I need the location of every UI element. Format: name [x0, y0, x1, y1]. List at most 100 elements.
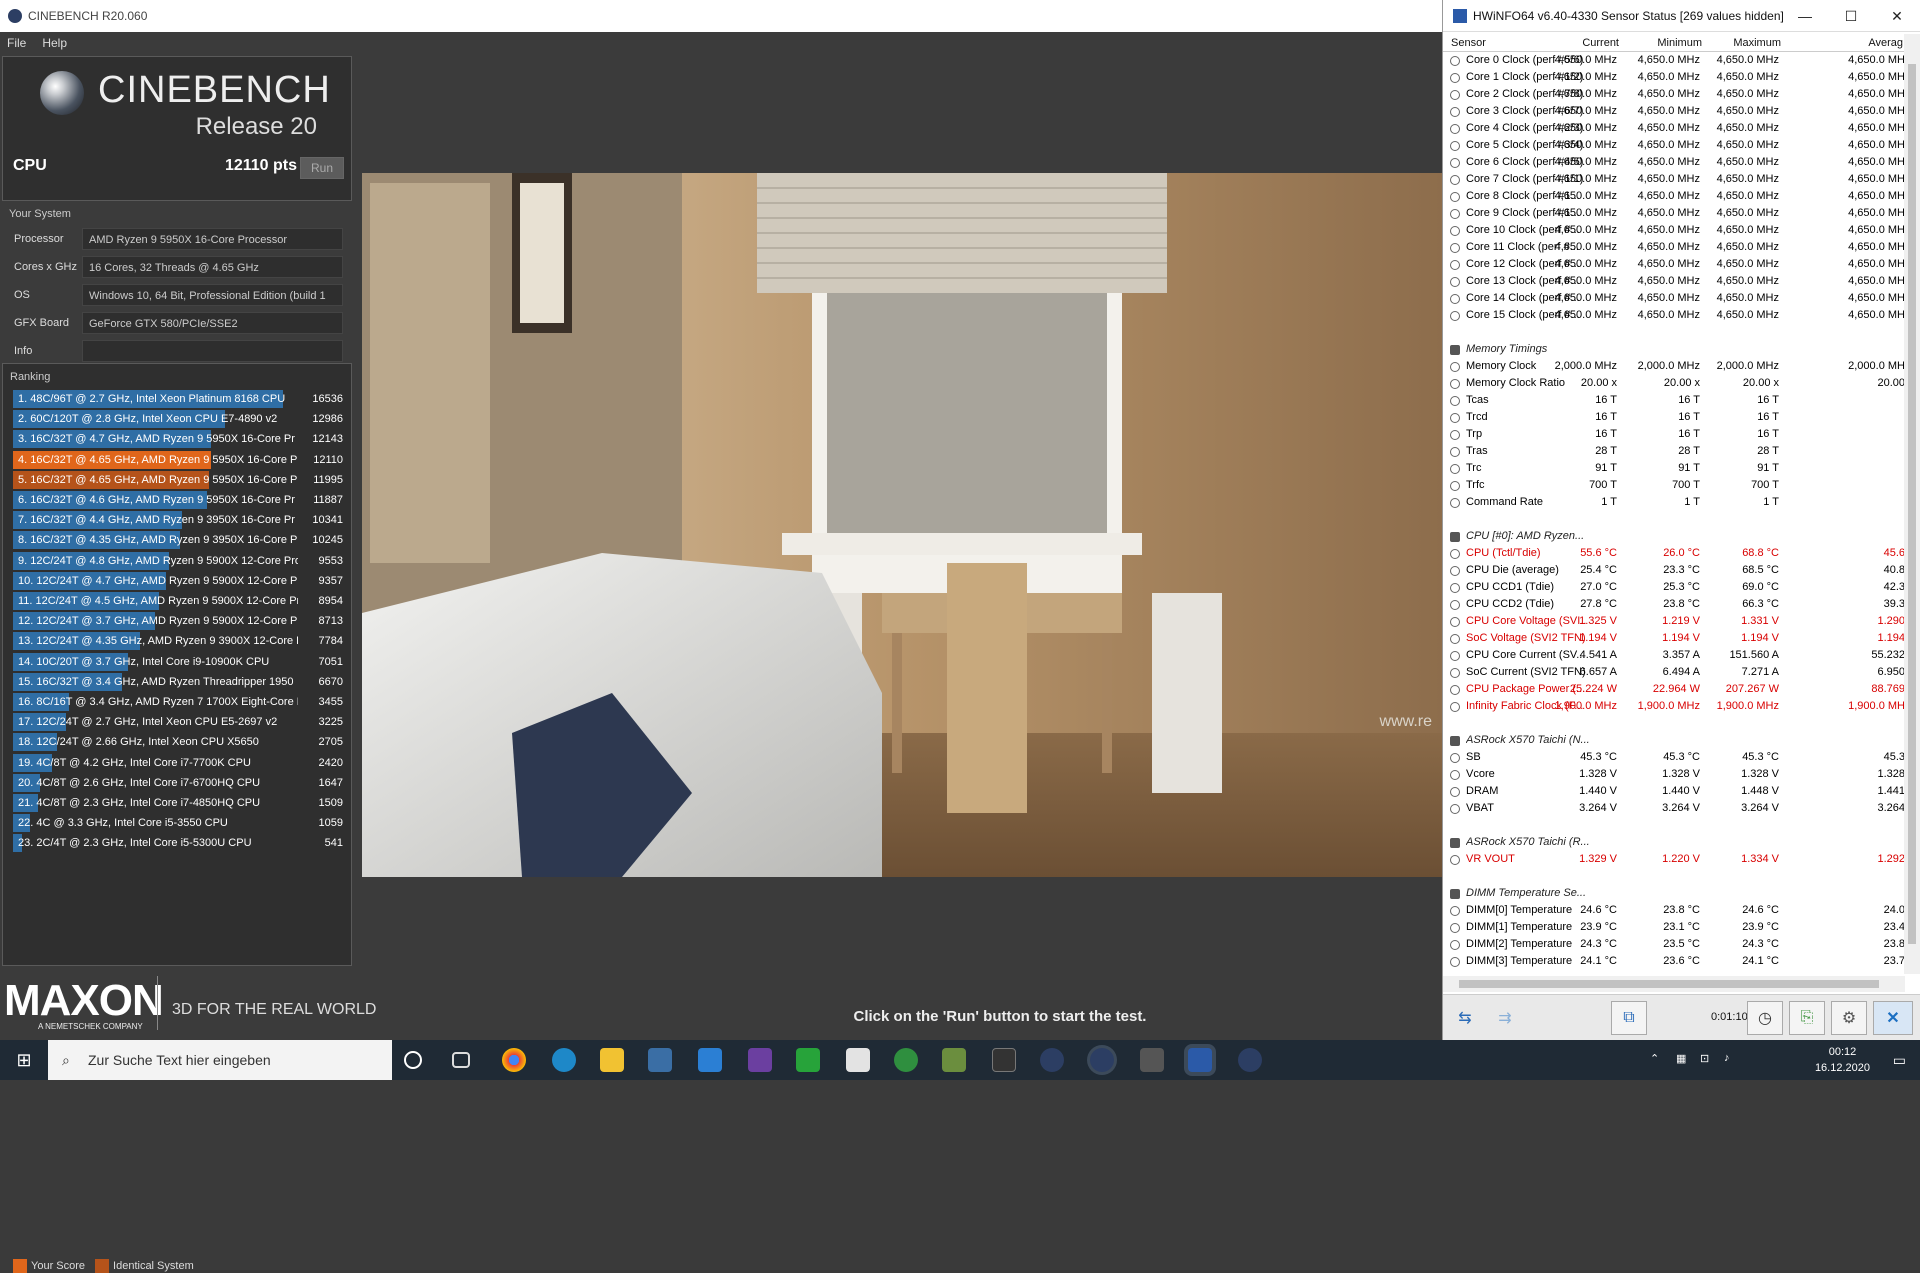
ranking-row[interactable]: 16. 8C/16T @ 3.4 GHz, AMD Ryzen 7 1700X … — [13, 693, 343, 711]
ranking-row[interactable]: 12. 12C/24T @ 3.7 GHz, AMD Ryzen 9 5900X… — [13, 612, 343, 631]
sensor-group-header[interactable]: DIMM Temperature Se... — [1443, 885, 1905, 902]
vertical-scrollbar[interactable] — [1904, 34, 1920, 974]
col-sensor[interactable]: Sensor — [1451, 37, 1486, 49]
scrollbar-thumb[interactable] — [1459, 980, 1879, 988]
chrome-icon[interactable] — [502, 1048, 526, 1072]
ranking-row[interactable]: 4. 16C/32T @ 4.65 GHz, AMD Ryzen 9 5950X… — [13, 450, 343, 469]
close-sensors-icon[interactable]: ✕ — [1873, 1001, 1913, 1035]
nav-arrows-disabled-icon[interactable]: ⇉ — [1487, 1001, 1523, 1035]
horizontal-scrollbar[interactable] — [1443, 976, 1905, 992]
file-explorer-icon[interactable] — [600, 1048, 624, 1072]
close-icon[interactable]: ✕ — [1874, 0, 1920, 32]
sensor-row[interactable]: Core 11 Clock (perf #... 4,650.0 MHz 4,650… — [1443, 239, 1905, 256]
network-icon[interactable]: ⧉ — [1611, 1001, 1647, 1035]
sensor-row[interactable]: SB 45.3 °C 45.3 °C 45.3 °C 45.3 — [1443, 749, 1905, 766]
ranking-row[interactable]: 8. 16C/32T @ 4.35 GHz, AMD Ryzen 9 3950X… — [13, 531, 343, 550]
ranking-row[interactable]: 21. 4C/8T @ 2.3 GHz, Intel Core i7-4850H… — [13, 794, 343, 812]
sensor-row[interactable]: Vcore 1.328 V 1.328 V 1.328 V 1.328 — [1443, 766, 1905, 783]
sensor-row[interactable]: Memory Clock Ratio 20.00 x 20.00 x 20.00 x 2… — [1443, 375, 1905, 392]
minimize-icon[interactable]: — — [1782, 0, 1828, 32]
sensor-row[interactable]: Core 13 Clock (perf #... 4,650.0 MHz 4,650… — [1443, 273, 1905, 290]
sensor-group-header[interactable]: ASRock X570 Taichi (R... — [1443, 834, 1905, 851]
sensor-row[interactable]: Trp 16 T 16 T 16 T — [1443, 426, 1905, 443]
sensor-row[interactable]: Core 3 Clock (perf #6/7) 4,650.0 MHz 4,650… — [1443, 103, 1905, 120]
ranking-row[interactable]: 5. 16C/32T @ 4.65 GHz, AMD Ryzen 9 5950X… — [13, 470, 343, 489]
gpu-tool-icon[interactable] — [942, 1048, 966, 1072]
xbox-icon[interactable] — [894, 1048, 918, 1072]
ranking-row[interactable]: 2. 60C/120T @ 2.8 GHz, Intel Xeon CPU E7… — [13, 410, 343, 429]
sensor-row[interactable]: Infinity Fabric Clock (F... 1,900.0 MHz 1,… — [1443, 698, 1905, 715]
sensor-group-header[interactable]: Memory Timings — [1443, 341, 1905, 358]
menu-help[interactable]: Help — [42, 36, 67, 50]
sensor-row[interactable]: VR VOUT 1.329 V 1.220 V 1.334 V 1.292 — [1443, 851, 1905, 868]
sensor-row[interactable]: CPU Package Power (... 25.224 W 22.964 W 20… — [1443, 681, 1905, 698]
tray-hwinfo-icon[interactable]: ▦ — [1676, 1052, 1686, 1065]
run-button[interactable]: Run — [300, 157, 344, 179]
ranking-row[interactable]: 1. 48C/96T @ 2.7 GHz, Intel Xeon Platinu… — [13, 390, 343, 408]
sensor-row[interactable]: Core 5 Clock (perf #3/4) 4,650.0 MHz 4,650… — [1443, 137, 1905, 154]
taskbar-search-box[interactable]: ⌕ Zur Suche Text hier eingeben — [48, 1040, 392, 1080]
task-view-icon[interactable] — [452, 1052, 470, 1068]
ranking-row[interactable]: 6. 16C/32T @ 4.6 GHz, AMD Ryzen 9 5950X … — [13, 491, 343, 509]
notes-app-icon[interactable] — [846, 1048, 870, 1072]
col-maximum[interactable]: Maximum — [1733, 37, 1781, 49]
store-icon[interactable] — [648, 1048, 672, 1072]
sensor-row[interactable]: DRAM 1.440 V 1.440 V 1.448 V 1.441 — [1443, 783, 1905, 800]
sensor-row[interactable]: DIMM[2] Temperature 24.3 °C 23.5 °C 24.3 °C… — [1443, 936, 1905, 953]
sensor-row[interactable]: SoC Voltage (SVI2 TFN) 1.194 V 1.194 V 1.19… — [1443, 630, 1905, 647]
sensor-row[interactable]: Core 15 Clock (perf #... 4,650.0 MHz 4,650… — [1443, 307, 1905, 324]
mail-icon[interactable] — [698, 1048, 722, 1072]
ranking-row[interactable]: 9. 12C/24T @ 4.8 GHz, AMD Ryzen 9 5900X … — [13, 551, 343, 570]
sensor-row[interactable]: Tcas 16 T 16 T 16 T — [1443, 392, 1905, 409]
ranking-row[interactable]: 7. 16C/32T @ 4.4 GHz, AMD Ryzen 9 3950X … — [13, 511, 343, 530]
clock-icon[interactable]: ◷ — [1747, 1001, 1783, 1035]
sensor-row[interactable]: Core 0 Clock (perf #5/6) 4,650.0 MHz 4,650… — [1443, 52, 1905, 69]
menu-file[interactable]: File — [7, 36, 26, 50]
sensor-row[interactable]: DIMM[3] Temperature 24.1 °C 23.6 °C 24.1 °C… — [1443, 953, 1905, 970]
ranking-row[interactable]: 23. 2C/4T @ 2.3 GHz, Intel Core i5-5300U… — [13, 834, 343, 853]
sensor-row[interactable]: Trc 91 T 91 T 91 T — [1443, 460, 1905, 477]
green-app-icon[interactable] — [796, 1048, 820, 1072]
sensor-row[interactable]: CPU Die (average) 25.4 °C 23.3 °C 68.5 °C 40… — [1443, 562, 1905, 579]
sensor-row[interactable]: VBAT 3.264 V 3.264 V 3.264 V 3.264 — [1443, 800, 1905, 817]
ranking-row[interactable]: 18. 12C/24T @ 2.66 GHz, Intel Xeon CPU X… — [13, 733, 343, 752]
sensor-row[interactable]: CPU CCD2 (Tdie) 27.8 °C 23.8 °C 66.3 °C 39.3 — [1443, 596, 1905, 613]
network-tray-icon[interactable]: ⊡ — [1700, 1052, 1709, 1065]
sensor-group-header[interactable]: CPU [#0]: AMD Ryzen... — [1443, 528, 1905, 545]
sensor-row[interactable]: Tras 28 T 28 T 28 T — [1443, 443, 1905, 460]
ranking-row[interactable]: 15. 16C/32T @ 3.4 GHz, AMD Ryzen Threadr… — [13, 672, 343, 691]
notification-icon[interactable]: ▭ — [1893, 1052, 1906, 1069]
sensor-row[interactable]: Core 12 Clock (perf #... 4,650.0 MHz 4,650… — [1443, 256, 1905, 273]
sensor-row[interactable]: SoC Current (SVI2 TFN) 6.657 A 6.494 A 7.27… — [1443, 664, 1905, 681]
sensor-row[interactable]: Memory Clock 2,000.0 MHz 2,000.0 MHz 2,000.… — [1443, 358, 1905, 375]
ranking-row[interactable]: 3. 16C/32T @ 4.7 GHz, AMD Ryzen 9 5950X … — [13, 430, 343, 449]
ranking-row[interactable]: 11. 12C/24T @ 4.5 GHz, AMD Ryzen 9 5900X… — [13, 592, 343, 610]
sensor-row[interactable]: CPU (Tctl/Tdie) 55.6 °C 26.0 °C 68.8 °C 45.6 — [1443, 545, 1905, 562]
ranking-row[interactable]: 14. 10C/20T @ 3.7 GHz, Intel Core i9-109… — [13, 652, 343, 671]
sensor-row[interactable]: Core 4 Clock (perf #2/3) 4,650.0 MHz 4,650… — [1443, 120, 1905, 137]
sensor-row[interactable]: Core 6 Clock (perf #4/5) 4,650.0 MHz 4,650… — [1443, 154, 1905, 171]
ranking-row[interactable]: 10. 12C/24T @ 4.7 GHz, AMD Ryzen 9 5900X… — [13, 571, 343, 590]
windows-start-icon[interactable]: ⊞ — [0, 1040, 48, 1080]
cinebench-active-icon[interactable] — [1090, 1048, 1114, 1072]
maximize-icon[interactable]: ☐ — [1828, 0, 1874, 32]
ranking-row[interactable]: 13. 12C/24T @ 4.35 GHz, AMD Ryzen 9 3900… — [13, 632, 343, 651]
sensor-row[interactable]: CPU Core Voltage (SVI... 1.325 V 1.219 V 1.… — [1443, 613, 1905, 630]
taskbar-clock[interactable]: 00:12 16.12.2020 — [1815, 1044, 1870, 1076]
volume-icon[interactable]: ♪ — [1724, 1052, 1730, 1064]
sensor-row[interactable]: Core 1 Clock (perf #1/2) 4,650.0 MHz 4,650… — [1443, 69, 1905, 86]
nav-arrows-icon[interactable]: ⇆ — [1447, 1001, 1483, 1035]
hardware-monitor-icon[interactable] — [1140, 1048, 1164, 1072]
edge-icon[interactable] — [552, 1048, 576, 1072]
sensor-row[interactable]: DIMM[0] Temperature 24.6 °C 23.8 °C 24.6 °C… — [1443, 902, 1905, 919]
sensor-row[interactable]: Core 10 Clock (perf #... 4,650.0 MHz 4,650… — [1443, 222, 1905, 239]
sensor-row[interactable]: DIMM[1] Temperature 23.9 °C 23.1 °C 23.9 °C… — [1443, 919, 1905, 936]
col-minimum[interactable]: Minimum — [1657, 37, 1702, 49]
sensor-row[interactable]: CPU CCD1 (Tdie) 27.0 °C 25.3 °C 69.0 °C 42.3 — [1443, 579, 1905, 596]
cortana-icon[interactable] — [404, 1051, 422, 1069]
col-average[interactable]: Averag — [1868, 37, 1903, 49]
cinebench-second-icon[interactable] — [1238, 1048, 1262, 1072]
settings-gear-icon[interactable]: ⚙ — [1831, 1001, 1867, 1035]
cpu-tool-icon[interactable] — [748, 1048, 772, 1072]
sensor-group-header[interactable]: ASRock X570 Taichi (N... — [1443, 732, 1905, 749]
